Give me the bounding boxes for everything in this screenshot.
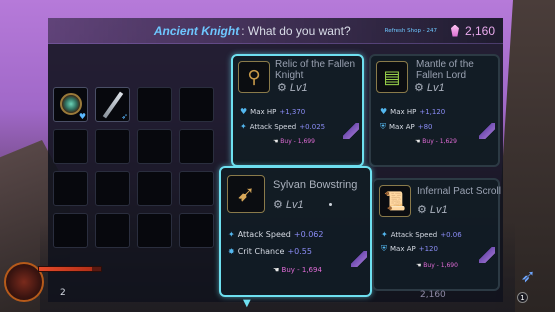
inventory-slot-14[interactable]	[95, 213, 130, 248]
inventory-slot-3[interactable]	[137, 87, 172, 122]
item-level: ⚙ Lv1	[414, 82, 445, 94]
hand-icon: ☚	[273, 266, 282, 274]
potion-count: 2	[60, 288, 66, 298]
ability-charge-count: 1	[517, 292, 528, 303]
sword-icon	[102, 91, 124, 119]
shop-header: Ancient Knight : What do you want? Refre…	[48, 18, 503, 44]
inventory-slot-15[interactable]	[137, 213, 172, 248]
item-level: ⚙ Lv1	[273, 199, 304, 211]
item-stat: ✦ Attack Speed +0.06	[381, 230, 462, 239]
inventory-grid: ♥ ➶	[53, 87, 214, 248]
inventory-slot-5[interactable]	[53, 129, 88, 164]
bow-icon: ➹	[227, 175, 265, 213]
level-icon: ⚙	[414, 82, 427, 94]
item-name: Relic of the Fallen Knight	[275, 59, 356, 81]
heart-icon: ♥	[380, 107, 388, 116]
card-corner-ornament	[479, 123, 495, 139]
currency-amount: 2,160	[464, 23, 495, 38]
inventory-slot-10[interactable]	[95, 171, 130, 206]
feather-icon: ➶	[121, 112, 128, 121]
level-icon: ⚙	[277, 82, 290, 94]
shield-icon: ⛨	[380, 122, 386, 131]
item-price[interactable]: ☚ Buy - 1,629	[415, 138, 457, 145]
crit-icon: ✸	[228, 247, 235, 256]
card-corner-ornament	[343, 123, 359, 139]
mantle-icon: ▤	[376, 61, 408, 93]
inventory-slot-6[interactable]	[95, 129, 130, 164]
item-name: Sylvan Bowstring	[273, 179, 358, 191]
inventory-slot-12[interactable]	[179, 171, 214, 206]
inventory-slot-2[interactable]: ➶	[95, 87, 130, 122]
shop-item-card[interactable]: ▤ Mantle of the Fallen Lord ♥ Max HP +1,12…	[369, 54, 500, 167]
heart-icon: ♥	[78, 112, 86, 121]
attack-speed-icon: ✦	[228, 230, 235, 239]
shop-item-card[interactable]: ⚲ Relic of the Fallen Knight ♥ Max HP +1,3…	[231, 54, 364, 167]
mouse-cursor	[329, 203, 332, 206]
heart-icon: ♥	[240, 107, 248, 116]
health-bar	[38, 266, 102, 272]
health-bar-fill	[39, 267, 92, 271]
level-icon: ⚙	[273, 199, 286, 211]
item-stat: ✦ Attack Speed +0.025	[240, 122, 326, 131]
inventory-slot-1[interactable]: ♥	[53, 87, 88, 122]
item-stat: ⛨ Max AP +80	[380, 122, 433, 131]
item-price[interactable]: ☚ Buy - 1,690	[416, 262, 458, 269]
refresh-shop-button[interactable]: Refresh Shop - 247	[385, 28, 437, 34]
item-stat: ♥ Max HP +1,120	[380, 107, 446, 116]
item-level: ⚙ Lv1	[277, 82, 308, 94]
shop-item-card[interactable]: 📜 Infernal Pact Scroll ✦ Attack Speed +0.0…	[372, 178, 501, 291]
ability-icon[interactable]: ➶	[508, 266, 548, 304]
card-corner-ornament	[351, 251, 367, 267]
item-level: ⚙ Lv1	[417, 204, 448, 216]
card-corner-ornament	[479, 247, 495, 263]
merchant-question: : What do you want?	[241, 23, 351, 38]
hud-currency: 2,160	[420, 290, 446, 300]
item-stat: ✸ Crit Chance +0.55	[228, 247, 312, 256]
item-name: Mantle of the Fallen Lord	[416, 59, 474, 81]
item-stat: ⛨ Max AP +120	[381, 244, 438, 253]
scroll-icon: 📜	[379, 185, 411, 217]
item-stat: ♥ Max HP +1,370	[240, 107, 306, 116]
inventory-slot-7[interactable]	[137, 129, 172, 164]
necklace-icon: ⚲	[238, 61, 270, 93]
inventory-slot-9[interactable]	[53, 171, 88, 206]
item-price[interactable]: ☚ Buy - 1,694	[273, 266, 322, 274]
shield-icon: ⛨	[381, 244, 387, 253]
shop-item-card-selected[interactable]: ➹ Sylvan Bowstring ⚙ Lv1 ✦ Attack Speed +0…	[219, 166, 372, 297]
inventory-slot-16[interactable]	[179, 213, 214, 248]
gem-icon	[450, 24, 459, 37]
inventory-slot-4[interactable]	[179, 87, 214, 122]
inventory-slot-13[interactable]	[53, 213, 88, 248]
item-stat: ✦ Attack Speed +0.062	[228, 230, 324, 239]
inventory-slot-11[interactable]	[137, 171, 172, 206]
inventory-slot-8[interactable]	[179, 129, 214, 164]
merchant-name: Ancient Knight	[153, 23, 240, 38]
item-price[interactable]: ☚ Buy - 1,699	[273, 138, 315, 145]
attack-speed-icon: ✦	[381, 230, 388, 239]
chevron-down-icon[interactable]: ▼	[243, 298, 251, 309]
item-name: Infernal Pact Scroll	[417, 186, 501, 197]
level-icon: ⚙	[417, 204, 430, 216]
attack-speed-icon: ✦	[240, 122, 247, 131]
